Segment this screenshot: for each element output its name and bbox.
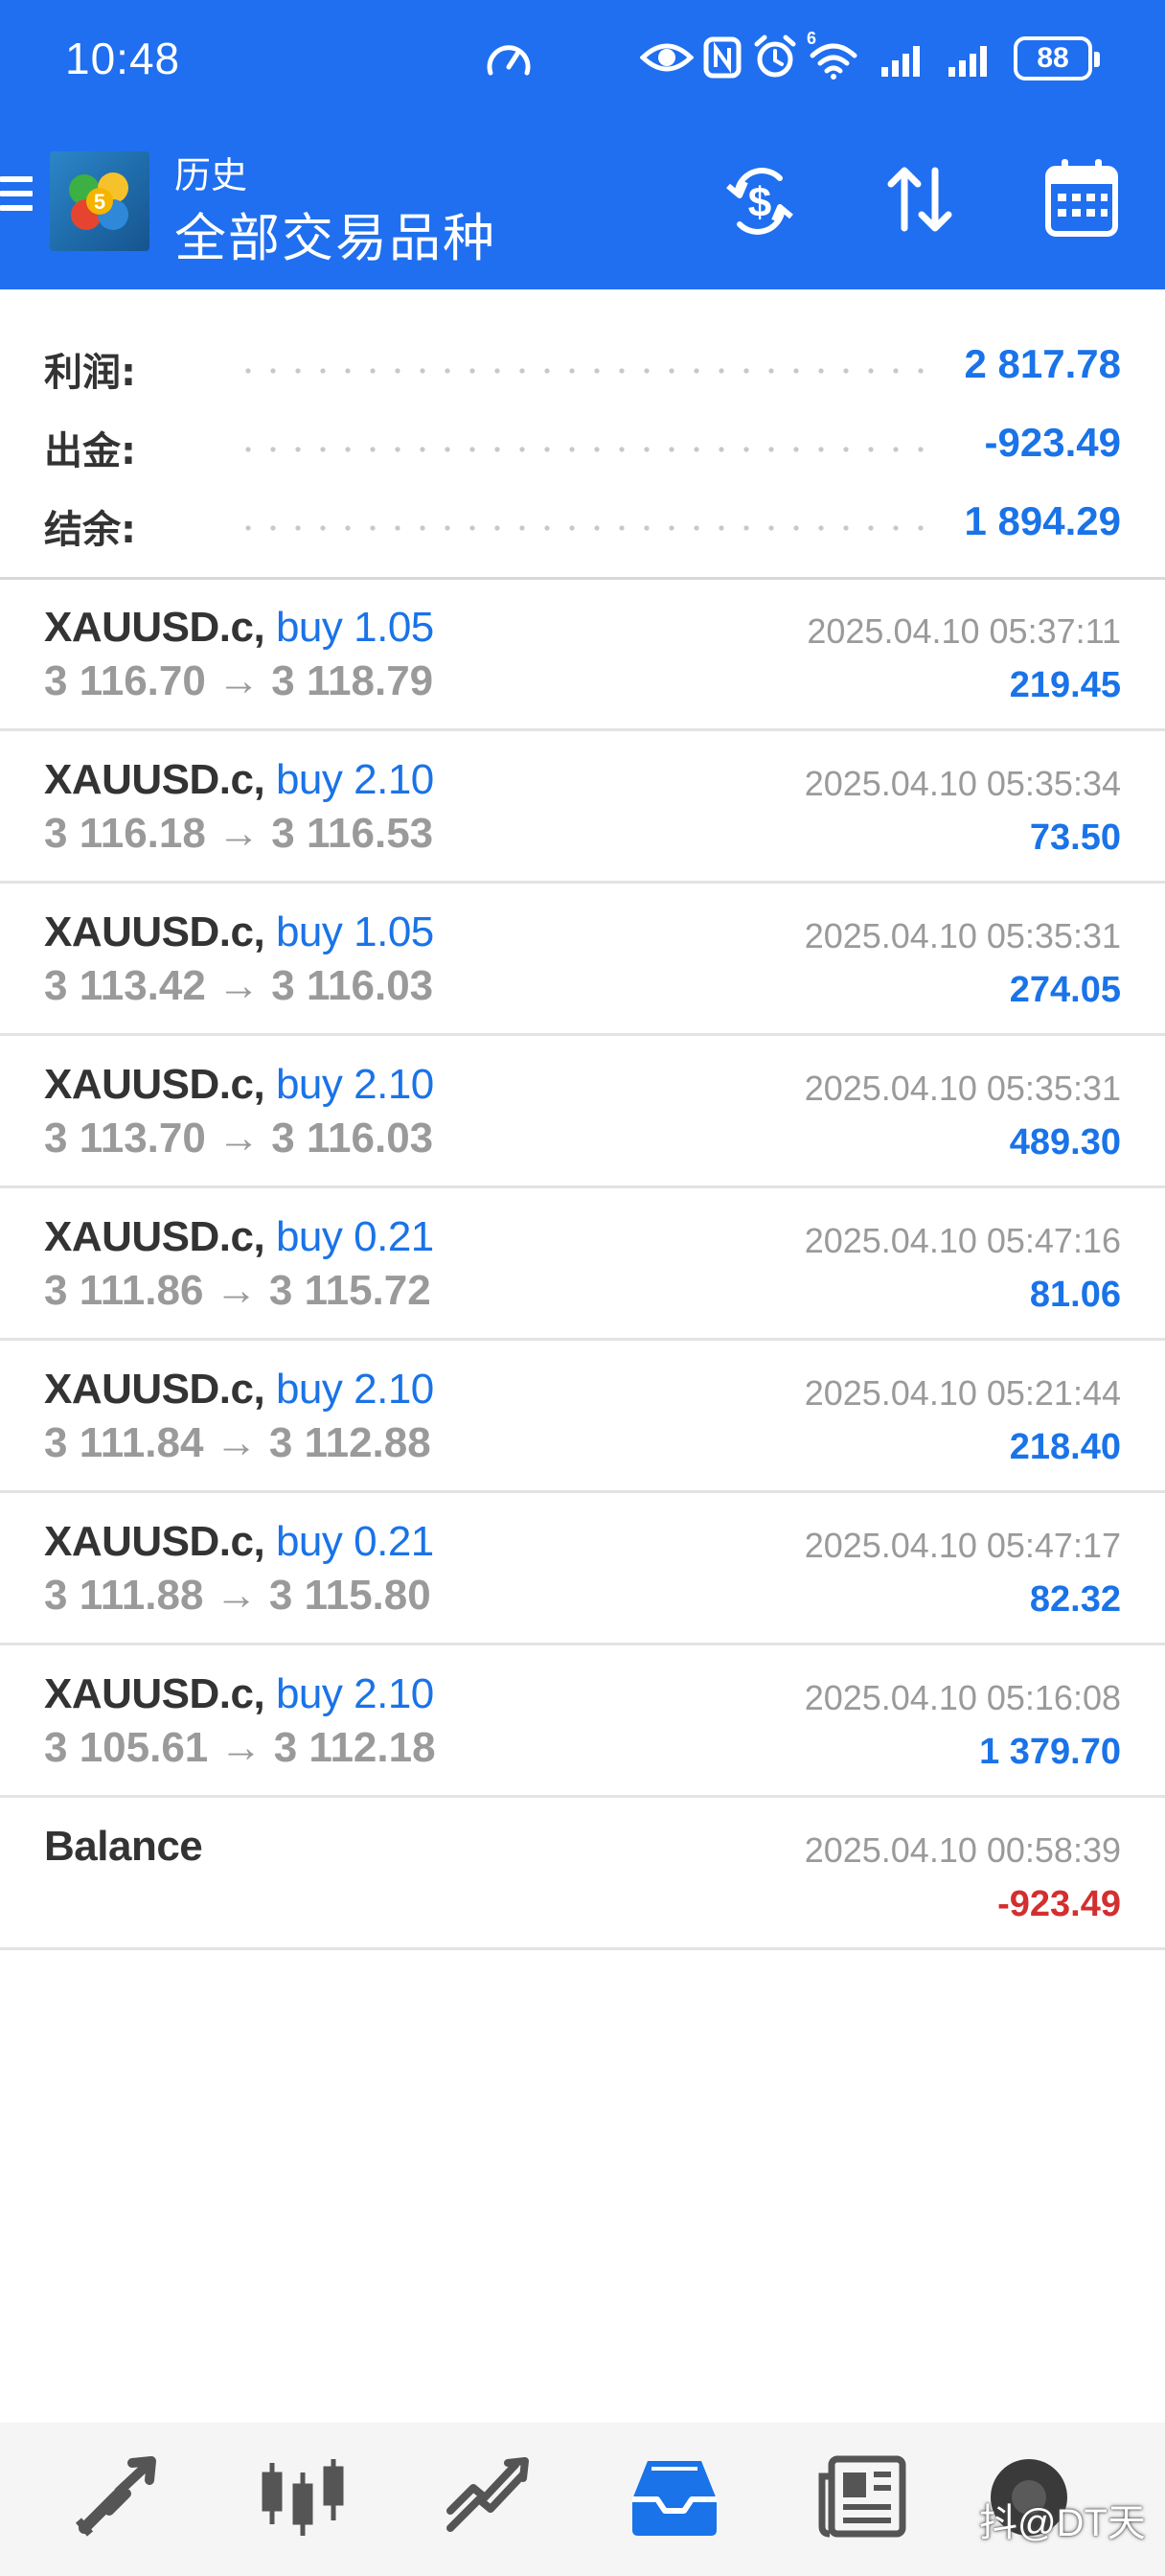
deal-time: 2025.04.10 05:35:34 [804,764,1121,803]
deal-symbol: XAUUSD.c, [44,604,265,651]
balance-label: 结余: [44,508,136,552]
deal-symbol: XAUUSD.c, [44,756,265,803]
app-logo[interactable]: 5 [50,151,149,251]
page-title: 历史 [174,154,248,196]
signal-icon [881,46,920,77]
summary-profit-row: 利润: 2 817.78 [0,324,1165,402]
nfc-icon [703,36,742,79]
withdrawal-label: 出金: [44,429,136,473]
deal-profit: 274.05 [1009,970,1121,1010]
svg-text:$: $ [748,179,771,226]
balance-entry-time: 2025.04.10 00:58:39 [804,1830,1121,1870]
balance-value: 1 894.29 [964,498,1122,543]
deal-type: buy 2.10 [275,1670,434,1717]
quotes-icon[interactable] [71,2453,167,2540]
deal-symbol: XAUUSD.c, [44,908,265,955]
withdrawal-value: -923.49 [984,420,1121,465]
sort-icon[interactable] [883,161,956,238]
balance-row[interactable]: Balance 2025.04.10 00:58:39 -923.49 [0,1798,1165,1950]
deal-row[interactable]: XAUUSD.c, buy 0.21 3 111.88 → 3 115.80 2… [0,1493,1165,1645]
signal-icon-2 [948,46,987,77]
deal-time: 2025.04.10 05:16:08 [804,1678,1121,1717]
dotted-leader [236,525,925,531]
top-header: 10:48 6 88 5 历史 全部交易品种 $ [0,0,1165,289]
history-icon[interactable] [627,2453,722,2540]
deal-prices: 3 116.18 → 3 116.53 [44,810,434,857]
summary-withdrawal-row: 出金: -923.49 [0,402,1165,481]
deal-time: 2025.04.10 05:21:44 [804,1373,1121,1413]
deal-type: buy 0.21 [275,1518,434,1565]
deal-time: 2025.04.10 05:35:31 [804,1069,1121,1108]
deal-profit: 219.45 [1009,665,1121,705]
deal-prices: 3 116.70 → 3 118.79 [44,657,434,704]
deal-type: buy 2.10 [275,1061,434,1108]
deal-symbol: XAUUSD.c, [44,1670,265,1717]
deals-list: XAUUSD.c, buy 1.05 3 116.70 → 3 118.79 2… [0,579,1165,1950]
summary-balance-row: 结余: 1 894.29 [0,481,1165,560]
deal-prices: 3 111.86 → 3 115.72 [44,1267,431,1314]
mt5-history-screen: 10:48 6 88 5 历史 全部交易品种 $ 利润: 2 817.78 出金… [0,0,1165,2576]
calendar-icon[interactable] [1044,157,1119,238]
deal-type: buy 1.05 [275,604,434,651]
menu-icon[interactable] [0,176,33,222]
deal-symbol: XAUUSD.c, [44,1061,265,1108]
deal-type: buy 2.10 [275,756,434,803]
status-time: 10:48 [65,34,181,83]
deal-prices: 3 113.42 → 3 116.03 [44,962,434,1009]
deal-type: buy 1.05 [275,908,434,955]
balance-entry-amount: -923.49 [997,1884,1121,1924]
deal-profit: 1 379.70 [979,1732,1121,1772]
deal-prices: 3 113.70 → 3 116.03 [44,1115,434,1162]
alarm-icon [754,34,796,78]
deal-time: 2025.04.10 05:35:31 [804,916,1121,955]
deal-row[interactable]: XAUUSD.c, buy 2.10 3 116.18 → 3 116.53 2… [0,731,1165,884]
speedometer-icon [487,45,531,76]
watermark: 抖@DT天 [979,2502,1146,2544]
app-bar: 5 历史 全部交易品种 $ [0,119,1165,289]
deal-row[interactable]: XAUUSD.c, buy 2.10 3 111.84 → 3 112.88 2… [0,1341,1165,1493]
svg-text:5: 5 [94,190,105,214]
deal-prices: 3 105.61 → 3 112.18 [44,1724,436,1771]
deal-prices: 3 111.88 → 3 115.80 [44,1572,431,1619]
deal-row[interactable]: XAUUSD.c, buy 1.05 3 116.70 → 3 118.79 2… [0,579,1165,731]
profit-value: 2 817.78 [964,341,1122,386]
deal-profit: 218.40 [1009,1427,1121,1467]
deal-profit: 82.32 [1029,1579,1121,1620]
deal-profit: 489.30 [1009,1122,1121,1162]
status-bar: 10:48 6 88 [0,0,1165,119]
battery-icon: 88 [1014,36,1100,80]
deal-type: buy 2.10 [275,1366,434,1413]
deal-symbol: XAUUSD.c, [44,1213,265,1260]
network-badge: 6 [807,29,817,48]
dotted-leader [236,368,925,374]
dotted-leader [236,447,925,452]
balance-entry-label: Balance [44,1823,203,1870]
chart-icon[interactable] [255,2453,351,2540]
deal-row[interactable]: XAUUSD.c, buy 2.10 3 113.70 → 3 116.03 2… [0,1036,1165,1188]
profit-label: 利润: [44,351,136,395]
dollar-refresh-icon[interactable]: $ [720,161,799,242]
trade-icon[interactable] [441,2453,537,2540]
deal-row[interactable]: XAUUSD.c, buy 1.05 3 113.42 → 3 116.03 2… [0,884,1165,1036]
deal-time: 2025.04.10 05:37:11 [807,611,1121,651]
deal-symbol: XAUUSD.c, [44,1366,265,1413]
deal-prices: 3 111.84 → 3 112.88 [44,1419,431,1466]
deal-time: 2025.04.10 05:47:16 [804,1221,1121,1260]
symbol-filter[interactable]: 全部交易品种 [174,196,496,271]
deal-row[interactable]: XAUUSD.c, buy 0.21 3 111.86 → 3 115.72 2… [0,1188,1165,1341]
summary-panel: 利润: 2 817.78 出金: -923.49 结余: 1 894.29 [0,289,1165,579]
deal-profit: 73.50 [1029,817,1121,858]
deal-row[interactable]: XAUUSD.c, buy 2.10 3 105.61 → 3 112.18 2… [0,1645,1165,1798]
deal-type: buy 0.21 [275,1213,434,1260]
deal-time: 2025.04.10 05:47:17 [804,1526,1121,1565]
deal-profit: 81.06 [1029,1275,1121,1315]
eye-icon [640,43,694,72]
news-icon[interactable] [814,2453,910,2540]
deal-symbol: XAUUSD.c, [44,1518,265,1565]
